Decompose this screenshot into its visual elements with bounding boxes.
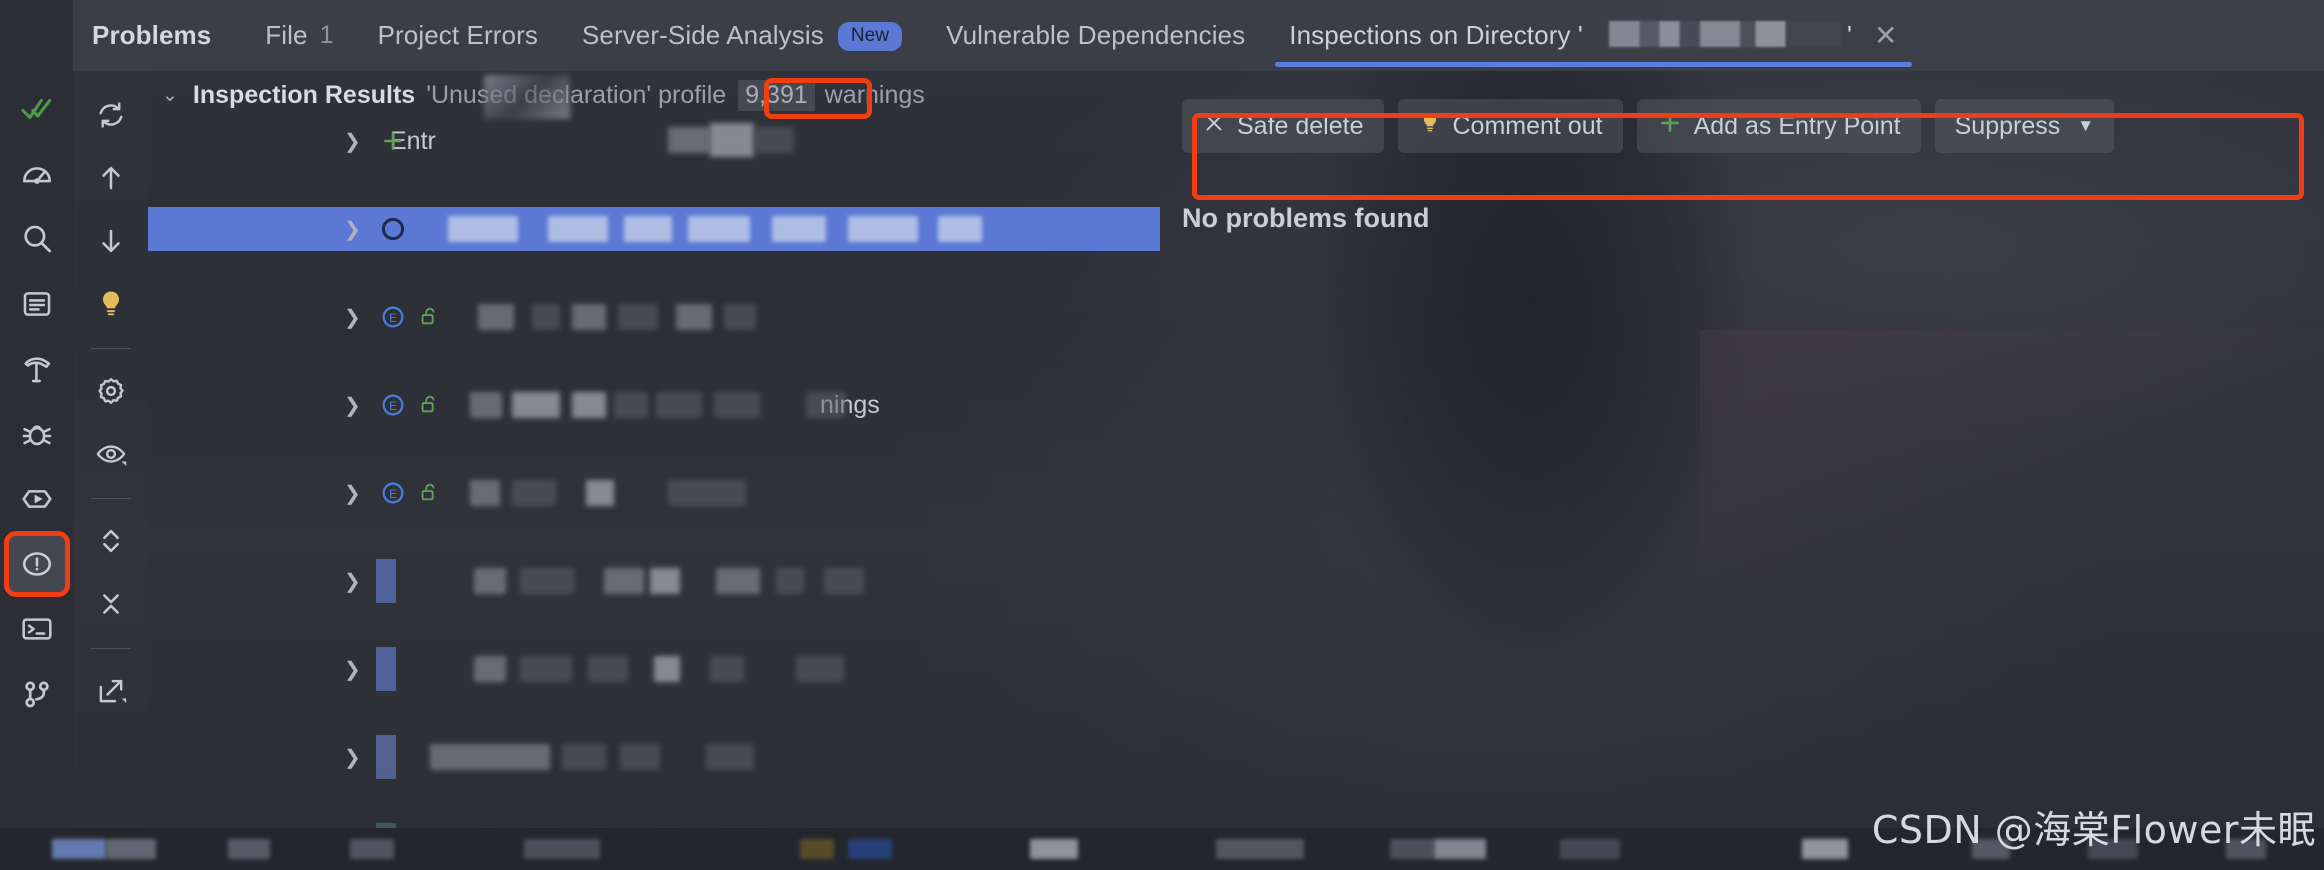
ide-window: Problems File 1 Project Errors Server-Si…	[0, 0, 2324, 870]
comment-out-label: Comment out	[1452, 111, 1603, 140]
arrow-down-icon[interactable]	[85, 215, 137, 267]
add-as-entry-point-label: Add as Entry Point	[1693, 111, 1901, 140]
comment-out-button[interactable]: Comment out	[1397, 99, 1623, 153]
empty-state-message: No problems found	[1182, 203, 1430, 233]
tab-server-side-analysis-label: Server-Side Analysis	[581, 20, 824, 50]
checks-icon[interactable]	[9, 81, 65, 137]
enum-icon: E	[378, 302, 408, 332]
warning-count: 9,391	[738, 79, 815, 111]
class-icon	[378, 214, 408, 244]
tab-project-errors-label: Project Errors	[377, 20, 538, 50]
tab-inspections-label: Inspections on Directory '	[1289, 20, 1583, 50]
problem-detail-panel: Safe delete Comment out Add as Entry Poi…	[1160, 71, 2324, 828]
suppress-button[interactable]: Suppress ▼	[1934, 99, 2115, 153]
svg-text:E: E	[389, 400, 397, 413]
tab-inspections-on-directory[interactable]: Inspections on Directory ' ' ✕	[1267, 0, 1919, 71]
active-tab-underline	[1275, 62, 1912, 67]
close-x-icon	[1202, 111, 1226, 142]
svg-text:E: E	[389, 488, 397, 501]
tab-bar-left-gutter	[0, 0, 73, 71]
row-gutter	[376, 559, 396, 603]
watermark: CSDN @海棠Flower未眠	[1871, 808, 2316, 852]
page-title: Inspection Results	[192, 80, 416, 109]
chevron-right-icon[interactable]: ❯	[344, 745, 361, 770]
export-icon[interactable]	[85, 665, 137, 717]
tab-server-side-analysis[interactable]: Server-Side Analysis New	[560, 0, 924, 71]
chevron-right-icon[interactable]: ❯	[344, 217, 361, 242]
activity-bar	[0, 71, 73, 828]
tab-project-errors[interactable]: Project Errors	[356, 0, 560, 71]
tab-problems[interactable]: Problems	[73, 0, 243, 71]
gear-icon[interactable]	[85, 365, 137, 417]
bug-icon[interactable]	[9, 406, 65, 462]
chevron-right-icon[interactable]: ❯	[344, 657, 361, 682]
enum-icon: E	[378, 390, 408, 420]
chevron-down-icon[interactable]: ▼	[2077, 116, 2094, 136]
toolbar-divider-1	[90, 348, 131, 349]
git-icon[interactable]	[9, 666, 65, 722]
lightbulb-icon	[1418, 110, 1442, 143]
chevron-right-icon[interactable]: ❯	[344, 481, 361, 506]
problems-icon[interactable]	[3, 531, 70, 597]
table-row[interactable]: ❯	[148, 559, 1160, 603]
table-row[interactable]: ❯ E	[148, 471, 1160, 515]
safe-delete-button[interactable]: Safe delete	[1182, 99, 1384, 153]
tab-vulnerable-dependencies[interactable]: Vulnerable Dependencies	[924, 0, 1267, 71]
tab-inspections-suffix: '	[1846, 20, 1853, 50]
enum-icon: E	[378, 478, 408, 508]
table-row[interactable]: ❯	[148, 735, 1160, 779]
plus-icon	[378, 126, 408, 156]
inspection-results-header: ⌄ Inspection Results 'Unused declaration…	[148, 71, 1160, 119]
tab-file-count: 1	[319, 21, 334, 49]
new-badge: New	[837, 22, 903, 51]
unlock-icon	[418, 481, 442, 505]
run-icon[interactable]	[9, 471, 65, 527]
search-icon[interactable]	[9, 211, 65, 267]
svg-text:E: E	[389, 312, 397, 325]
inspection-panel-toolbar	[73, 71, 148, 828]
collapse-all-icon[interactable]	[85, 578, 137, 630]
unlock-icon	[418, 393, 442, 417]
quick-fix-toolbar: Safe delete Comment out Add as Entry Poi…	[1182, 99, 2304, 200]
refresh-icon[interactable]	[85, 89, 137, 141]
tab-file-label: File	[265, 20, 308, 50]
table-row[interactable]: ❯	[148, 647, 1160, 691]
table-row[interactable]: ❯ Entr	[148, 119, 1160, 163]
table-row[interactable]: ❯ E nings	[148, 383, 1160, 427]
warning-label: warnings	[824, 80, 925, 109]
chevron-down-icon[interactable]: ⌄	[162, 84, 178, 107]
eye-icon[interactable]	[85, 428, 137, 480]
plus-icon	[1657, 110, 1683, 143]
tab-vulnerable-dependencies-label: Vulnerable Dependencies	[946, 20, 1246, 50]
chevron-right-icon[interactable]: ❯	[344, 393, 361, 418]
close-icon[interactable]: ✕	[1874, 21, 1898, 50]
arrow-up-icon[interactable]	[85, 152, 137, 204]
row-gutter	[376, 735, 396, 779]
table-row[interactable]: ❯ E	[148, 295, 1160, 339]
gauge-icon[interactable]	[9, 146, 65, 202]
row-gutter	[376, 647, 396, 691]
notes-icon[interactable]	[9, 276, 65, 332]
toolbar-divider-2	[90, 498, 131, 499]
inspection-results-tree[interactable]: ⌄ Inspection Results 'Unused declaration…	[148, 71, 1160, 828]
terminal-icon[interactable]	[9, 601, 65, 657]
chevron-right-icon[interactable]: ❯	[344, 569, 361, 594]
tab-bar: Problems File 1 Project Errors Server-Si…	[0, 0, 2324, 71]
lightbulb-icon[interactable]	[85, 278, 137, 330]
tab-problems-label: Problems	[92, 20, 212, 50]
tab-file[interactable]: File 1	[243, 0, 355, 71]
hammer-icon[interactable]	[9, 341, 65, 397]
expand-all-icon[interactable]	[85, 515, 137, 567]
profile-name: 'Unused declaration' profile	[426, 80, 727, 109]
chevron-right-icon[interactable]: ❯	[344, 129, 361, 154]
table-row-selected[interactable]: ❯	[148, 207, 1160, 251]
toolbar-divider-3	[90, 648, 131, 649]
redacted-directory-name	[1588, 20, 1841, 47]
redacted-header-overlay	[484, 75, 570, 119]
unlock-icon	[418, 305, 442, 329]
chevron-right-icon[interactable]: ❯	[344, 305, 361, 330]
safe-delete-label: Safe delete	[1237, 111, 1364, 140]
add-as-entry-point-button[interactable]: Add as Entry Point	[1636, 99, 1921, 153]
suppress-label: Suppress	[1954, 111, 2061, 140]
